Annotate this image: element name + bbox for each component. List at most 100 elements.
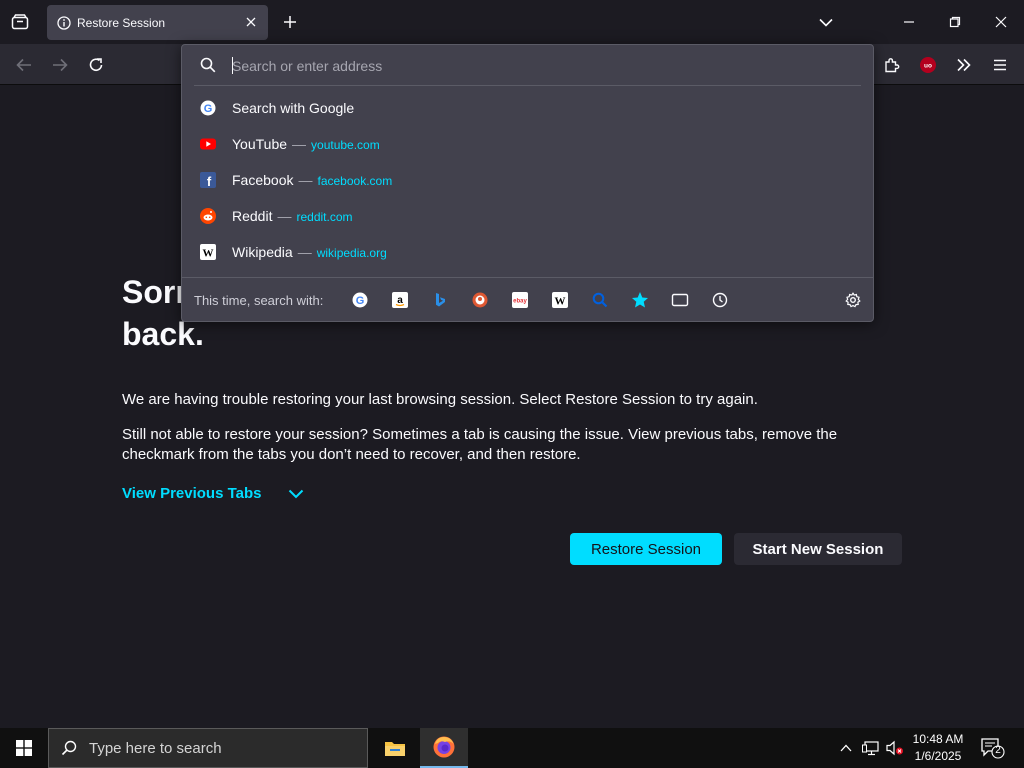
extensions-button[interactable]: [879, 52, 905, 78]
restore-window-button[interactable]: [940, 8, 970, 36]
notification-count: 2: [995, 745, 1001, 756]
speaker-muted-icon: [886, 740, 903, 756]
restore-session-button[interactable]: Restore Session: [570, 533, 722, 565]
close-icon: [246, 17, 256, 27]
suggestion-separator: —: [277, 208, 292, 224]
ublock-origin-button[interactable]: uo: [915, 52, 941, 78]
suggestion-reddit[interactable]: Reddit — reddit.com: [188, 199, 867, 233]
address-input[interactable]: [232, 55, 852, 77]
taskbar-firefox[interactable]: [420, 728, 468, 768]
clock-date: 1/6/2025: [914, 749, 962, 763]
tab-restore-session[interactable]: Restore Session: [47, 5, 268, 40]
tab-close-button[interactable]: [244, 15, 258, 29]
suggestion-title: Facebook: [232, 172, 294, 188]
wikipedia-icon: W: [200, 244, 216, 260]
error-description: We are having trouble restoring your las…: [122, 391, 758, 408]
app-menu-button[interactable]: [987, 52, 1013, 78]
arrow-left-icon: [16, 58, 31, 72]
svg-text:f: f: [207, 174, 212, 188]
firefox-view-button[interactable]: [8, 11, 32, 33]
chevron-down-icon: [819, 18, 833, 27]
oneoff-wikipedia-button[interactable]: W: [548, 288, 572, 312]
action-center-button[interactable]: 2: [978, 736, 1006, 760]
bing-icon: [436, 293, 445, 307]
firefox-icon: [433, 736, 455, 758]
one-off-label: This time, search with:: [194, 293, 324, 308]
suggestion-youtube[interactable]: YouTube — youtube.com: [188, 127, 867, 161]
search-settings-button[interactable]: [841, 288, 865, 312]
arrow-right-icon: [53, 58, 68, 72]
wikipedia-icon: W: [552, 292, 568, 308]
suggestion-separator: —: [297, 244, 312, 260]
search-icon: [61, 740, 77, 756]
suggestion-url: wikipedia.org: [316, 246, 387, 260]
svg-text:ebay: ebay: [513, 299, 527, 305]
info-icon: [57, 15, 71, 30]
overflow-menu-button[interactable]: [951, 52, 977, 78]
minimize-icon: [904, 21, 914, 23]
svg-text:uo: uo: [924, 63, 932, 70]
suggestion-title: YouTube: [232, 136, 288, 152]
chevron-up-icon: [840, 744, 852, 752]
svg-text:a: a: [397, 295, 403, 306]
suggestion-separator: —: [298, 172, 313, 188]
suggestion-title: Reddit: [232, 208, 273, 224]
back-button[interactable]: [11, 52, 37, 78]
reload-button[interactable]: [83, 52, 109, 78]
oneoff-bookmarks-button[interactable]: [628, 288, 652, 312]
tab-icon: [671, 293, 689, 307]
amazon-icon: a: [392, 292, 408, 308]
new-tab-button[interactable]: [279, 11, 301, 33]
close-window-button[interactable]: [986, 8, 1016, 36]
volume-button[interactable]: [885, 738, 905, 758]
oneoff-history-button[interactable]: [708, 288, 732, 312]
urlbar: [182, 45, 873, 85]
taskbar-search-placeholder: Type here to search: [89, 739, 222, 757]
suggestion-title: Wikipedia: [232, 244, 293, 260]
double-chevron-right-icon: [957, 58, 971, 72]
suggestion-url: reddit.com: [296, 210, 353, 224]
taskbar-search-box[interactable]: Type here to search: [48, 728, 368, 768]
start-new-session-button[interactable]: Start New Session: [734, 533, 902, 565]
minimize-button[interactable]: [894, 8, 924, 36]
view-previous-tabs-toggle[interactable]: View Previous Tabs: [122, 485, 306, 502]
taskbar-clock[interactable]: 10:48 AM 1/6/2025: [906, 731, 970, 765]
oneoff-ebay-button[interactable]: ebay: [508, 288, 532, 312]
restore-window-icon: [949, 16, 961, 28]
suggestion-separator: —: [292, 136, 307, 152]
suggestion-facebook[interactable]: f Facebook — facebook.com: [188, 163, 867, 197]
troubleshoot-description: Still not able to restore your session? …: [122, 426, 838, 463]
suggestion-title: Search with Google: [232, 100, 355, 116]
star-icon: [632, 292, 648, 308]
tab-title: Restore Session: [77, 15, 166, 30]
svg-text:W: W: [203, 248, 214, 260]
urlbar-dropdown: G Search with Google YouTube—youtube.com…: [181, 44, 874, 322]
suggestion-search-google[interactable]: G Search with Google: [188, 91, 867, 125]
tab-strip: Restore Session: [0, 0, 1024, 44]
clock-icon: [712, 292, 728, 308]
network-status-button[interactable]: [861, 738, 881, 758]
text-caret: [232, 57, 233, 74]
start-button[interactable]: [0, 728, 48, 768]
search-icon: [592, 292, 608, 308]
oneoff-duckduckgo-button[interactable]: [468, 288, 492, 312]
forward-button[interactable]: [47, 52, 73, 78]
oneoff-search-button[interactable]: [588, 288, 612, 312]
divider: [194, 85, 861, 86]
taskbar-file-explorer[interactable]: [371, 728, 419, 768]
list-all-tabs-button[interactable]: [815, 12, 837, 32]
ebay-icon: ebay: [512, 292, 528, 308]
oneoff-bing-button[interactable]: [428, 288, 452, 312]
oneoff-tabs-button[interactable]: [668, 288, 692, 312]
oneoff-google-button[interactable]: G: [348, 288, 372, 312]
svg-text:W: W: [555, 296, 566, 308]
suggestion-wikipedia[interactable]: W Wikipedia — wikipedia.org: [188, 235, 867, 269]
network-icon: [862, 741, 879, 756]
firefox-view-icon: [11, 14, 29, 30]
google-icon: G: [200, 100, 216, 116]
search-icon: [200, 57, 216, 73]
folder-icon: [385, 742, 405, 756]
oneoff-amazon-button[interactable]: a: [388, 288, 412, 312]
show-hidden-icons-button[interactable]: [836, 738, 856, 758]
windows-taskbar: Type here to search 10:48 AM 1/6/2025 2: [0, 728, 1024, 768]
